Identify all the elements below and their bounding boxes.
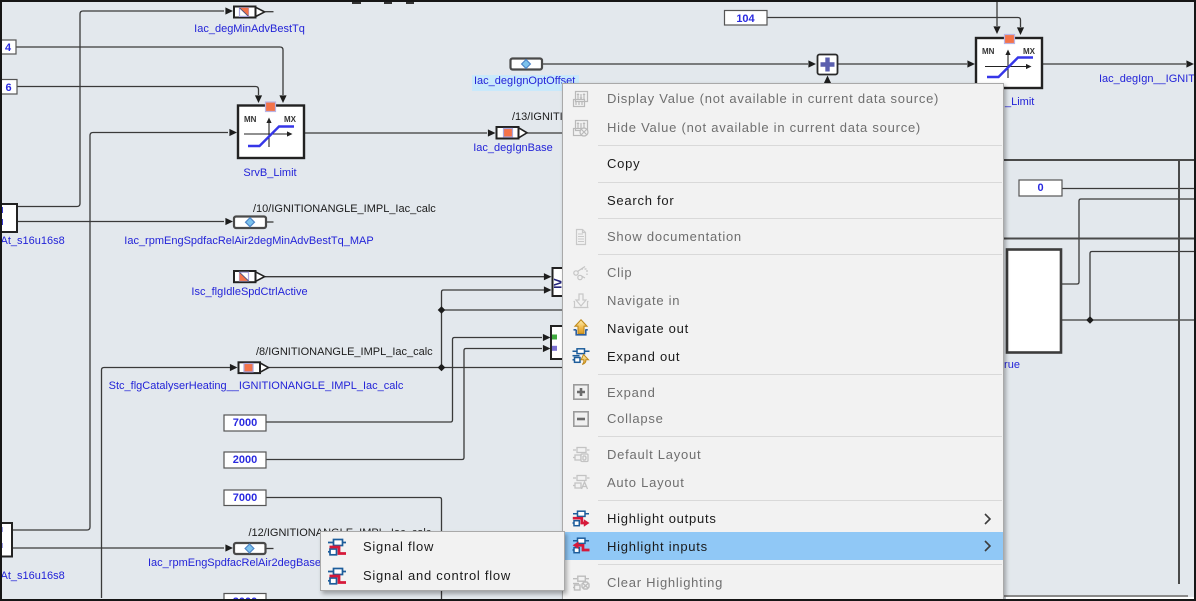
svg-text:MX: MX [284,115,297,124]
svg-text:MN: MN [982,47,995,56]
svg-text:MN: MN [244,115,257,124]
svg-text:≥: ≥ [554,275,562,292]
svg-text:MX: MX [1023,47,1036,56]
